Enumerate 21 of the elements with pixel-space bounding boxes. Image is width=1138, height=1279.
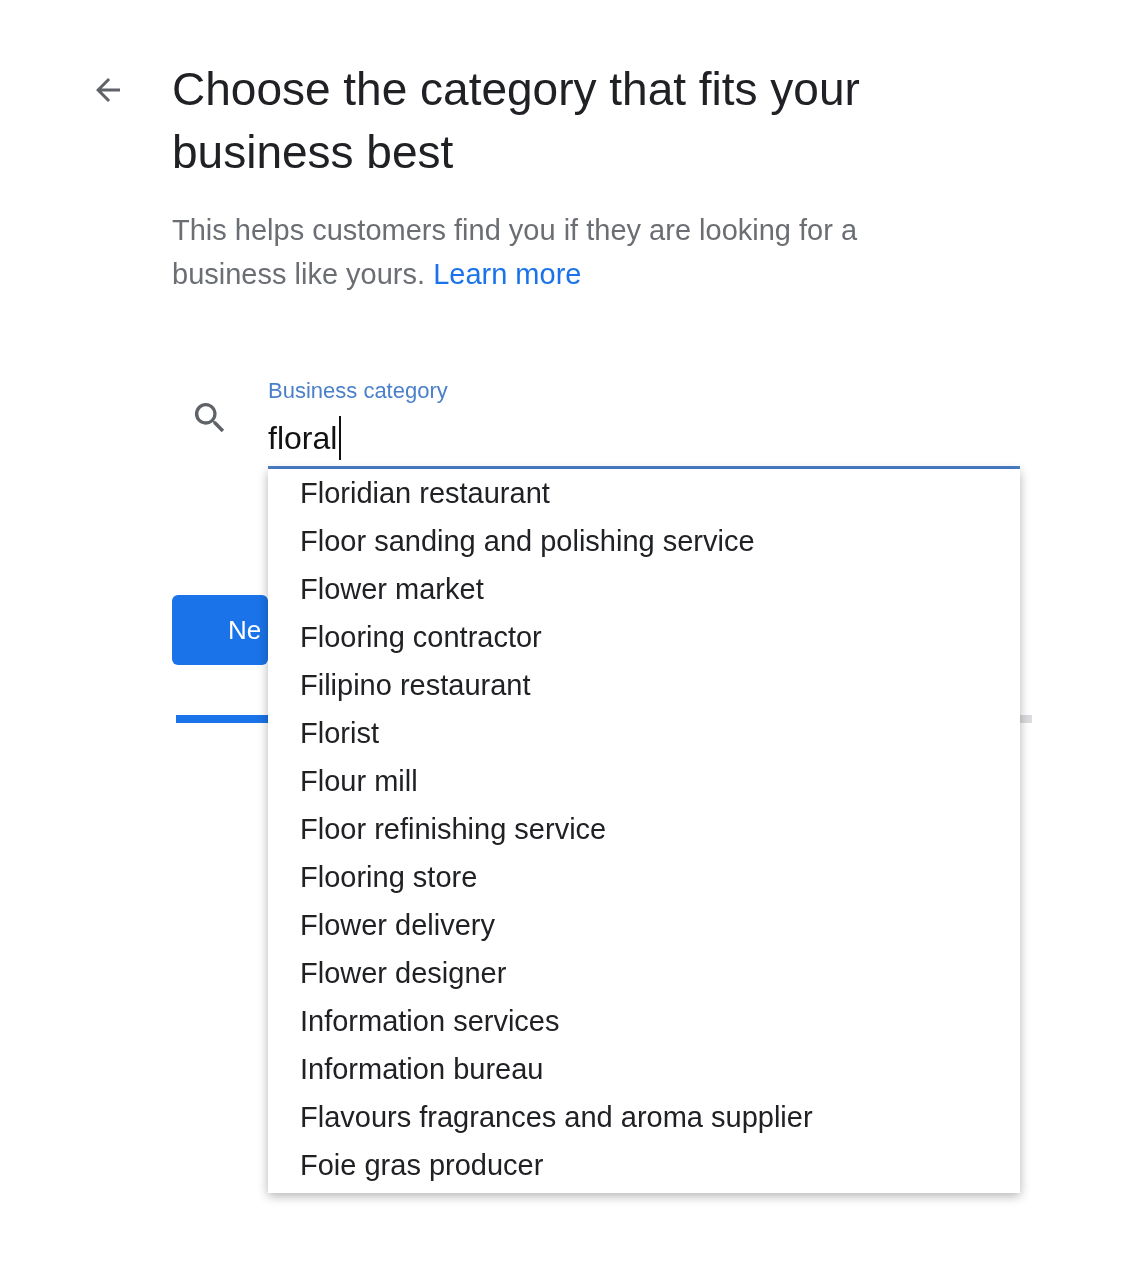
suggestion-item[interactable]: Floridian restaurant bbox=[300, 469, 1020, 517]
suggestion-item[interactable]: Floor refinishing service bbox=[300, 805, 1020, 853]
suggestion-item[interactable]: Flooring contractor bbox=[300, 613, 1020, 661]
suggestion-item[interactable]: Information services bbox=[300, 997, 1020, 1045]
suggestion-item[interactable]: Foie gras producer bbox=[300, 1141, 1020, 1189]
suggestion-item[interactable]: Filipino restaurant bbox=[300, 661, 1020, 709]
next-button[interactable]: Ne bbox=[172, 595, 268, 665]
suggestion-item[interactable]: Flower market bbox=[300, 565, 1020, 613]
suggestion-item[interactable]: Flower delivery bbox=[300, 901, 1020, 949]
learn-more-link[interactable]: Learn more bbox=[433, 258, 582, 290]
suggestion-item[interactable]: Florist bbox=[300, 709, 1020, 757]
suggestion-item[interactable]: Information bureau bbox=[300, 1045, 1020, 1093]
suggestion-item[interactable]: Flour mill bbox=[300, 757, 1020, 805]
suggestion-item[interactable]: Flower designer bbox=[300, 949, 1020, 997]
page-title: Choose the category that fits your business best bbox=[172, 62, 861, 180]
suggestion-item[interactable]: Floor sanding and polishing service bbox=[300, 517, 1020, 565]
suggestion-item[interactable]: Flavours fragrances and aroma supplier bbox=[300, 1093, 1020, 1141]
suggestion-item[interactable]: Flooring store bbox=[300, 853, 1020, 901]
field-value: floral bbox=[268, 416, 340, 460]
field-label: Business category bbox=[268, 377, 449, 405]
description-text: This helps customers find you if they are looking for a business like yours. Learn more bbox=[172, 213, 859, 292]
